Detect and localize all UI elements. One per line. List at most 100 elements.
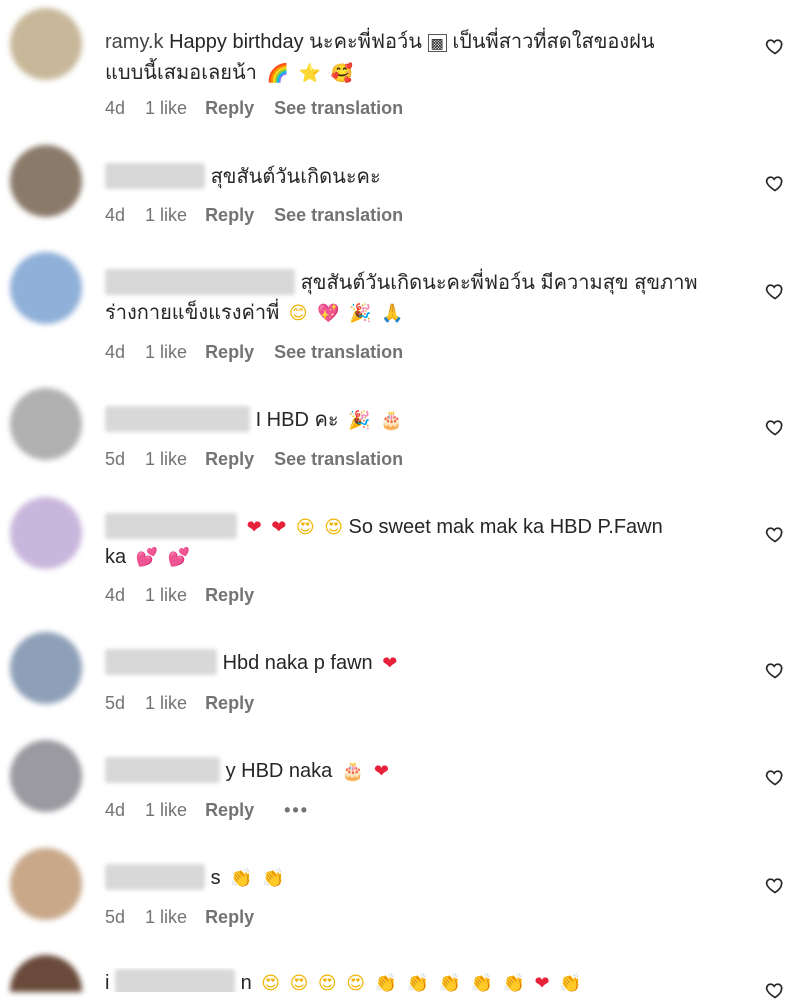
comment-text: I HBD คะ 🎉 🎂 (105, 405, 745, 435)
like-count[interactable]: 1 like (145, 693, 187, 714)
see-translation-button[interactable]: See translation (274, 342, 403, 363)
two-hearts-emoji-icon: 💕 (135, 547, 159, 567)
party-popper-emoji-icon: 🎉 (349, 303, 372, 323)
avatar[interactable] (10, 740, 82, 812)
avatar[interactable] (10, 632, 82, 704)
reply-button[interactable]: Reply (205, 907, 254, 928)
clapping-hands-emoji-icon: 👏 (470, 973, 493, 992)
comment-text: s 👏 👏 (105, 863, 745, 893)
timestamp: 4d (105, 342, 126, 362)
unsupported-glyph-icon: ▩ (427, 34, 447, 52)
timestamp: 5d (105, 907, 126, 927)
comment-meta: 4d 1 like Reply ••• (105, 800, 329, 821)
star-emoji-icon: ⭐ (298, 63, 321, 83)
red-heart-emoji-icon: ❤ (271, 517, 287, 537)
username-blurred[interactable] (105, 163, 205, 189)
heart-eyes-emoji-icon: 😍 (346, 973, 366, 992)
comment-text: สุขสันต์วันเกิดนะคะพี่ฟอว์น มีความสุข สุ… (105, 268, 745, 328)
heart-eyes-emoji-icon: 😍 (295, 517, 315, 537)
comment-text: ramy.k Happy birthday นะคะพี่ฟอว์น ▩ เป็… (105, 27, 745, 88)
timestamp: 5d (105, 693, 126, 713)
comment-meta: 4d 1 like Reply See translation (105, 98, 423, 119)
comment-text: y HBD naka 🎂 ❤ (105, 756, 745, 786)
avatar[interactable] (10, 252, 82, 324)
like-count[interactable]: 1 like (145, 800, 187, 821)
reply-button[interactable]: Reply (205, 693, 254, 714)
username-blurred[interactable] (115, 969, 236, 992)
smiling-face-emoji-icon: 😊 (288, 303, 308, 323)
heart-icon[interactable] (765, 980, 785, 1000)
two-hearts-emoji-icon: 💕 (167, 547, 191, 567)
reply-button[interactable]: Reply (205, 449, 254, 470)
heart-eyes-emoji-icon: 😍 (324, 517, 343, 537)
username-blurred[interactable] (105, 513, 237, 539)
heart-icon[interactable] (765, 767, 785, 787)
comment-meta: 4d 1 like Reply See translation (105, 205, 423, 226)
timestamp: 4d (105, 585, 126, 605)
reply-button[interactable]: Reply (205, 98, 254, 119)
like-count[interactable]: 1 like (145, 342, 187, 363)
timestamp: 4d (105, 98, 126, 118)
heart-icon[interactable] (765, 417, 785, 437)
heart-eyes-emoji-icon: 😍 (289, 973, 309, 992)
avatar[interactable] (10, 388, 82, 460)
timestamp: 4d (105, 800, 126, 820)
clapping-hands-emoji-icon: 👏 (406, 973, 429, 992)
see-translation-button[interactable]: See translation (274, 205, 403, 226)
avatar[interactable] (10, 497, 82, 569)
like-count[interactable]: 1 like (145, 449, 187, 470)
more-options-icon[interactable]: ••• (284, 800, 309, 821)
see-translation-button[interactable]: See translation (274, 98, 403, 119)
username-blurred[interactable] (105, 406, 250, 432)
timestamp: 4d (105, 205, 126, 225)
comment-meta: 5d 1 like Reply (105, 693, 274, 714)
heart-icon[interactable] (765, 36, 785, 56)
see-translation-button[interactable]: See translation (274, 449, 403, 470)
heart-eyes-emoji-icon: 😍 (261, 973, 281, 992)
comment-text: i n 😍 😍 😍 😍 👏 👏 👏 👏 👏 ❤ 👏 (105, 968, 745, 992)
comment-meta: 4d 1 like Reply (105, 585, 274, 606)
like-count[interactable]: 1 like (145, 585, 187, 606)
clapping-hands-emoji-icon: 👏 (438, 973, 461, 992)
clapping-hands-emoji-icon: 👏 (502, 973, 525, 992)
clapping-hands-emoji-icon: 👏 (374, 973, 397, 992)
rainbow-emoji-icon: 🌈 (266, 63, 289, 83)
hearts-face-emoji-icon: 🥰 (330, 63, 353, 83)
party-popper-emoji-icon: 🎉 (348, 410, 371, 430)
username-blurred[interactable] (105, 757, 220, 783)
comment-text: สุขสันต์วันเกิดนะคะ (105, 162, 745, 192)
like-count[interactable]: 1 like (145, 205, 187, 226)
username-blurred[interactable] (105, 269, 295, 295)
heart-icon[interactable] (765, 281, 785, 301)
like-count[interactable]: 1 like (145, 98, 187, 119)
reply-button[interactable]: Reply (205, 800, 254, 821)
avatar[interactable] (10, 848, 82, 920)
avatar[interactable] (10, 8, 82, 80)
avatar[interactable] (10, 955, 82, 992)
clapping-hands-emoji-icon: 👏 (230, 868, 253, 888)
username-blurred[interactable] (105, 864, 205, 890)
heart-icon[interactable] (765, 524, 785, 544)
red-heart-emoji-icon: ❤ (373, 761, 389, 781)
red-heart-emoji-icon: ❤ (382, 653, 398, 673)
timestamp: 5d (105, 449, 126, 469)
heart-icon[interactable] (765, 660, 785, 680)
username-blurred[interactable] (105, 649, 217, 675)
reply-button[interactable]: Reply (205, 205, 254, 226)
sparkling-heart-emoji-icon: 💖 (317, 303, 340, 323)
heart-icon[interactable] (765, 875, 785, 895)
username[interactable]: ramy.k (105, 31, 164, 53)
reply-button[interactable]: Reply (205, 342, 254, 363)
red-heart-emoji-icon: ❤ (246, 517, 262, 537)
clapping-hands-emoji-icon: 👏 (559, 973, 582, 992)
heart-icon[interactable] (765, 173, 785, 193)
praying-hands-emoji-icon: 🙏 (381, 303, 404, 323)
birthday-cake-emoji-icon: 🎂 (380, 410, 403, 430)
red-heart-emoji-icon: ❤ (534, 973, 550, 992)
comment-meta: 4d 1 like Reply See translation (105, 342, 423, 363)
comment-text: ❤ ❤ 😍 😍 So sweet mak mak ka HBD P.Fawn k… (105, 512, 745, 572)
like-count[interactable]: 1 like (145, 907, 187, 928)
birthday-cake-emoji-icon: 🎂 (341, 761, 365, 781)
reply-button[interactable]: Reply (205, 585, 254, 606)
avatar[interactable] (10, 145, 82, 217)
